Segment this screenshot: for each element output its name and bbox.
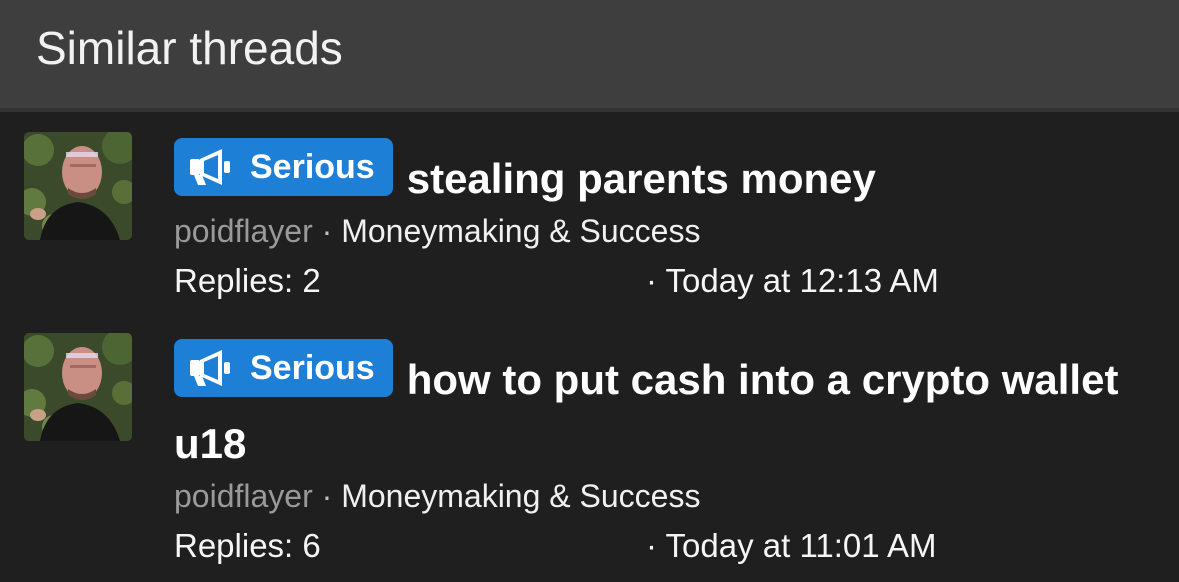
similar-threads-block: Similar threads Serious stealing parents… bbox=[0, 0, 1179, 582]
thread-date[interactable]: · Today at 12:13 AM bbox=[646, 253, 939, 309]
thread-title-line: Serious how to put cash into a crypto wa… bbox=[174, 339, 1134, 476]
thread-title-line: Serious stealing parents money bbox=[174, 138, 1134, 211]
thread-author-link[interactable]: poidflayer bbox=[174, 213, 313, 249]
thread-meta: poidflayer · Moneymaking & Success bbox=[174, 209, 1134, 253]
thread-title-link[interactable]: stealing parents money bbox=[407, 155, 876, 202]
thread-forum-link[interactable]: Moneymaking & Success bbox=[341, 478, 700, 514]
avatar-image bbox=[24, 333, 132, 441]
meta-separator: · bbox=[321, 213, 333, 249]
megaphone-icon bbox=[190, 149, 230, 185]
thread-author-link[interactable]: poidflayer bbox=[174, 478, 313, 514]
thread-stats: Replies: 2 · Today at 12:13 AM bbox=[174, 253, 1134, 309]
prefix-label: Serious bbox=[250, 148, 375, 186]
block-header: Similar threads bbox=[0, 0, 1179, 112]
serious-prefix-badge[interactable]: Serious bbox=[174, 138, 393, 196]
thread-meta: poidflayer · Moneymaking & Success bbox=[174, 474, 1134, 518]
megaphone-icon bbox=[190, 350, 230, 386]
avatar-image bbox=[24, 132, 132, 240]
avatar[interactable] bbox=[24, 132, 132, 240]
replies-count: Replies: 6 bbox=[174, 527, 321, 564]
meta-separator: · bbox=[321, 478, 333, 514]
serious-prefix-badge[interactable]: Serious bbox=[174, 339, 393, 397]
avatar[interactable] bbox=[24, 333, 132, 441]
block-title: Similar threads bbox=[36, 22, 343, 74]
prefix-label: Serious bbox=[250, 349, 375, 387]
replies-count: Replies: 2 bbox=[174, 262, 321, 299]
thread-stats: Replies: 6 · Today at 11:01 AM bbox=[174, 518, 1134, 574]
thread-forum-link[interactable]: Moneymaking & Success bbox=[341, 213, 700, 249]
thread-main: Serious how to put cash into a crypto wa… bbox=[174, 339, 1134, 574]
thread-date[interactable]: · Today at 11:01 AM bbox=[646, 518, 936, 574]
thread-main: Serious stealing parents money poidflaye… bbox=[174, 138, 1134, 309]
